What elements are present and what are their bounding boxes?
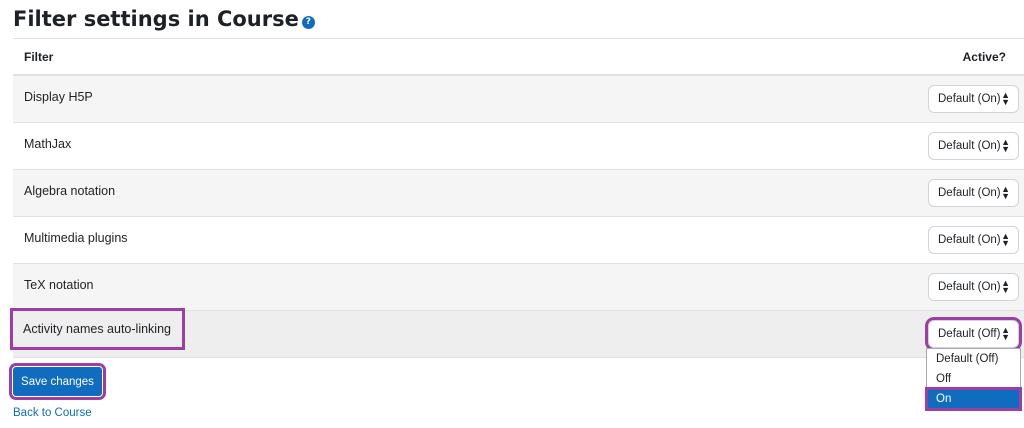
active-select[interactable]: Default (On) ▲ ▼ [928,226,1019,254]
save-changes-button[interactable]: Save changes [9,363,106,400]
select-value: Default (On) [938,140,1001,152]
page-title-text: Filter settings in Course [13,7,299,31]
filter-name: TeX notation [24,278,94,292]
select-value: Default (On) [938,281,1001,293]
table-header: Filter Active? [13,38,1024,76]
updown-caret-icon: ▲ ▼ [1001,231,1010,248]
table-row: Activity names auto-linking Default (Off… [10,308,1024,358]
dropdown-option[interactable]: On [925,387,1022,411]
table-row: TeX notation Default (On) ▲ ▼ [13,264,1024,311]
filter-name: Display H5P [24,90,93,104]
question-circle-icon[interactable]: ? [301,15,315,29]
updown-caret-icon: ▲ ▼ [1001,137,1010,154]
filter-name: Algebra notation [24,184,116,198]
active-select[interactable]: Default (On) ▲ ▼ [928,85,1019,113]
dropdown-option[interactable]: Off [927,369,1020,389]
back-to-course-link[interactable]: Back to Course [13,407,92,419]
filter-name: Multimedia plugins [24,231,128,245]
dropdown-option[interactable]: Default (Off) [927,349,1020,369]
updown-caret-icon: ▲ ▼ [1001,278,1010,295]
table-row: Multimedia plugins Default (On) ▲ ▼ [13,217,1024,264]
select-value: Default (On) [938,187,1001,199]
active-select[interactable]: Default (On) ▲ ▼ [928,132,1019,160]
table-row: MathJax Default (On) ▲ ▼ [13,123,1024,170]
filter-name: Activity names auto-linking [10,308,185,350]
page-title: Filter settings in Course ? [13,7,315,31]
table-row: Algebra notation Default (On) ▲ ▼ [13,170,1024,217]
filter-name: MathJax [24,137,72,151]
select-value: Default (On) [938,234,1001,246]
table-row: Display H5P Default (On) ▲ ▼ [13,76,1024,123]
column-header-filter: Filter [24,49,54,64]
column-header-active: Active? [962,49,1006,64]
updown-caret-icon: ▲ ▼ [1001,90,1010,107]
active-select[interactable]: Default (On) ▲ ▼ [928,179,1019,207]
select-value: Default (Off) [938,328,1001,340]
updown-caret-icon: ▲ ▼ [1001,184,1010,201]
active-select[interactable]: Default (Off) ▲ ▼ [925,317,1022,351]
updown-caret-icon: ▲ ▼ [1001,325,1010,342]
active-select[interactable]: Default (On) ▲ ▼ [928,273,1019,301]
filter-table: Filter Active? Display H5P Default (On) … [10,38,1024,358]
select-dropdown-list: Default (Off) Off On [925,348,1022,411]
select-value: Default (On) [938,93,1001,105]
